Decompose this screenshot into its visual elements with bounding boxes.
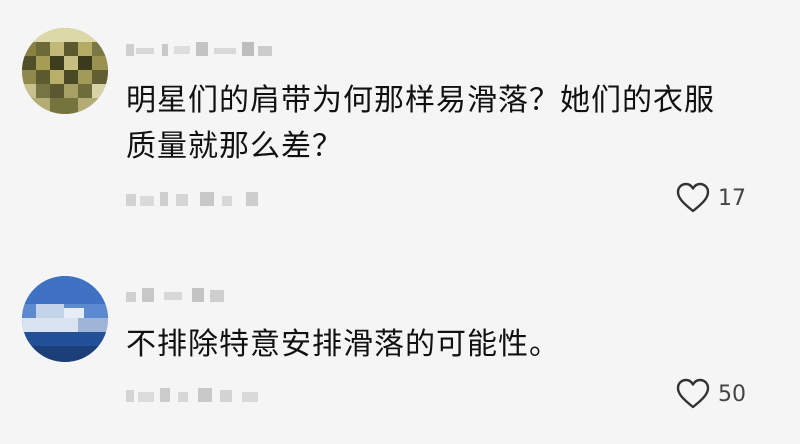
comment-text: 不排除特意安排滑落的可能性。	[126, 327, 560, 362]
obscured-timestamp-icon	[126, 388, 258, 402]
comment-item: 不排除特意安排滑落的可能性。 50	[0, 240, 800, 444]
pixelated-avatar-icon	[22, 276, 108, 362]
like-button[interactable]: 50	[676, 378, 746, 410]
pixelated-avatar-icon	[22, 28, 108, 114]
obscured-username-icon	[126, 42, 272, 56]
timestamp	[126, 386, 276, 404]
obscured-username-icon	[126, 288, 224, 302]
username[interactable]	[126, 286, 236, 304]
timestamp	[126, 190, 276, 208]
heart-icon	[676, 378, 710, 409]
comment-text: 明星们的肩带为何那样易滑落？她们的衣服质量就那么差？	[126, 83, 715, 164]
like-count: 17	[718, 185, 746, 211]
username[interactable]	[126, 40, 286, 58]
avatar[interactable]	[22, 28, 108, 114]
avatar[interactable]	[22, 276, 108, 362]
heart-icon	[676, 182, 710, 213]
like-button[interactable]: 17	[676, 182, 746, 214]
obscured-timestamp-icon	[126, 192, 258, 206]
like-count: 50	[718, 381, 746, 407]
comment-item: 明星们的肩带为何那样易滑落？她们的衣服质量就那么差？ 17	[0, 0, 800, 240]
